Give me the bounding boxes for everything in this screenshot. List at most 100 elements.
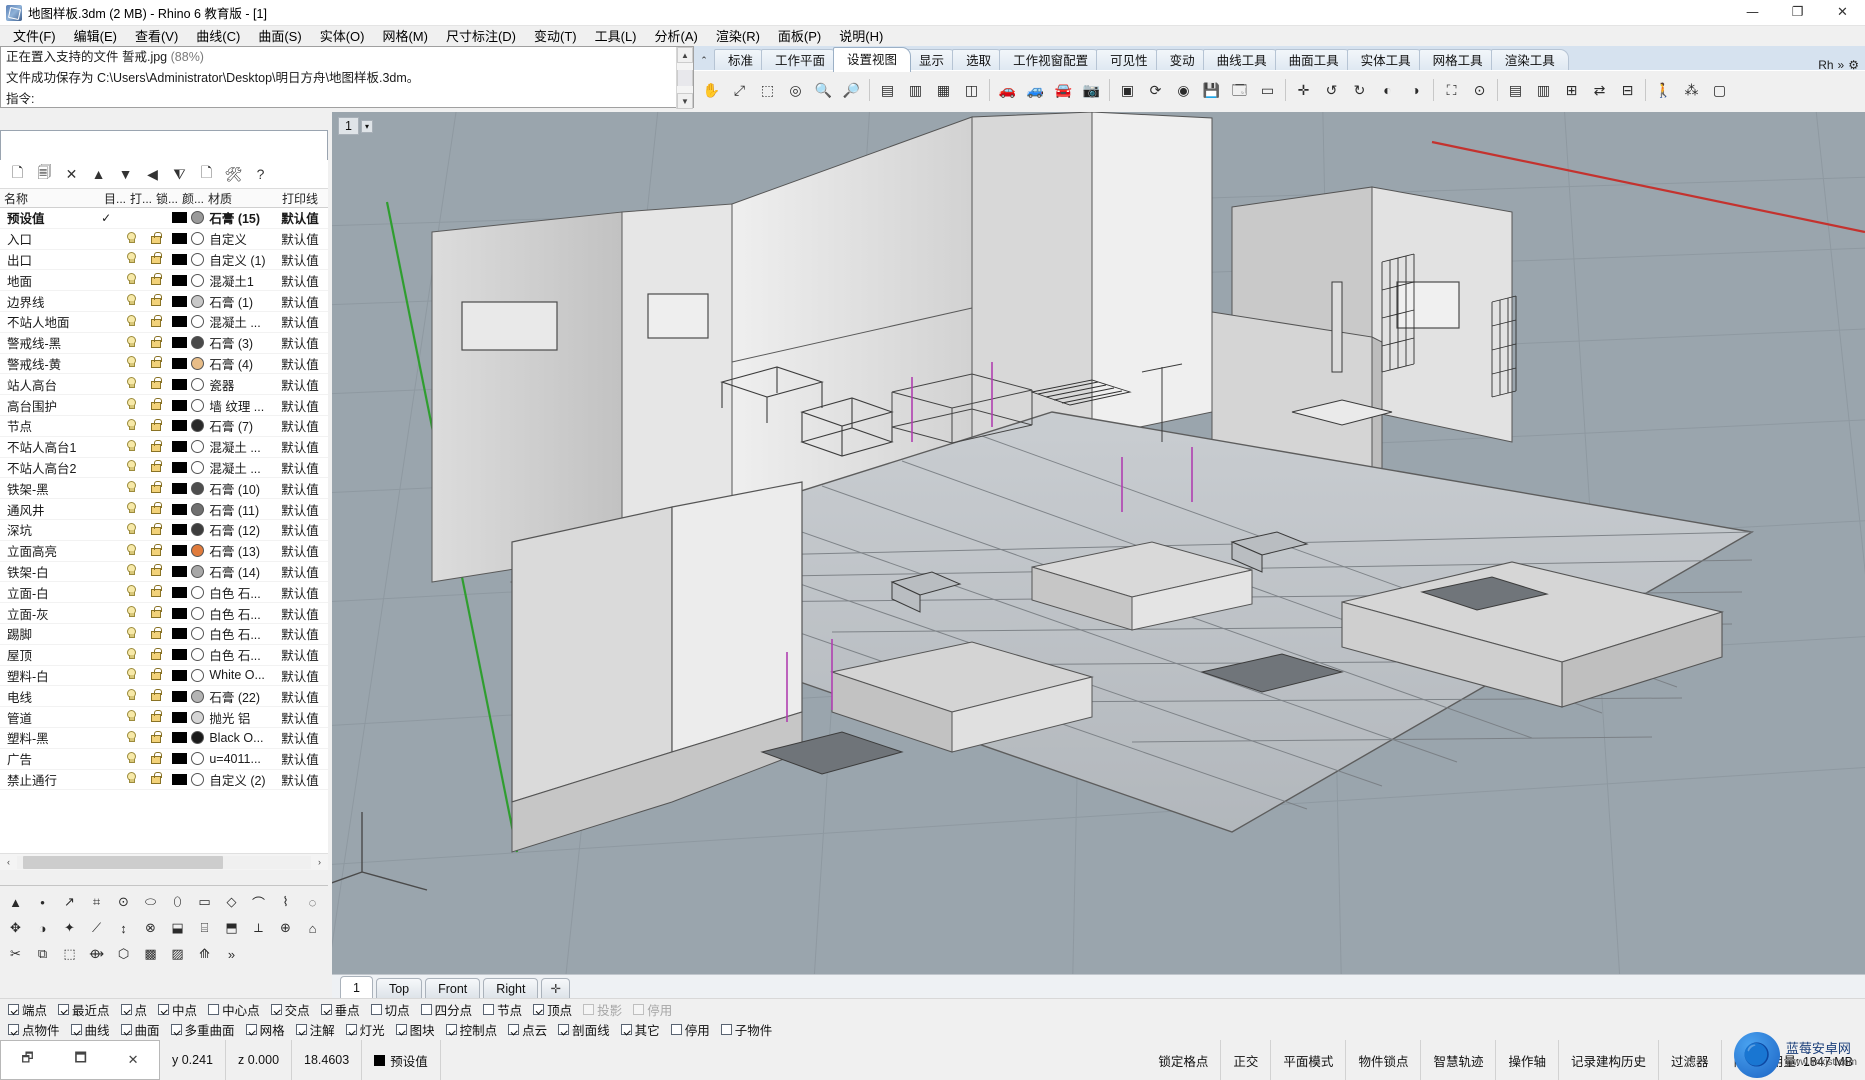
layer-color-swatch[interactable] xyxy=(167,399,191,411)
unlock-icon[interactable] xyxy=(143,751,167,766)
layer-color-swatch[interactable] xyxy=(167,253,191,265)
layer-print-width[interactable]: 默认值 xyxy=(281,520,328,539)
layer-print-width[interactable]: 默认值 xyxy=(281,396,328,415)
close-button[interactable]: ✕ xyxy=(1820,0,1865,26)
layer-print-width[interactable]: 默认值 xyxy=(281,770,328,789)
walkabout-icon[interactable]: ⛶ xyxy=(1438,76,1465,103)
zoom-in-icon[interactable]: 🔍 xyxy=(810,76,837,103)
palette-tool-12[interactable]: ✥ xyxy=(2,915,29,941)
save-view-icon[interactable]: 💾 xyxy=(1198,76,1225,103)
unlock-icon[interactable] xyxy=(143,606,167,620)
layer-color-swatch[interactable] xyxy=(167,669,191,681)
checkbox-box[interactable] xyxy=(70,1024,82,1035)
checkbox-box[interactable] xyxy=(533,1003,545,1015)
lightbulb-icon[interactable] xyxy=(118,668,142,682)
checkbox-节点[interactable]: 节点 xyxy=(483,1000,522,1019)
layer-material[interactable]: 自定义 (2) xyxy=(191,770,281,789)
table-row[interactable]: 不站人地面 混凝土 ... 默认值 xyxy=(0,312,328,333)
command-scroll-up-icon[interactable]: ▲ xyxy=(677,47,693,63)
palette-tool-1[interactable]: • xyxy=(29,889,56,915)
layer-color-swatch[interactable] xyxy=(167,732,191,744)
lightbulb-icon[interactable] xyxy=(118,730,142,745)
layer-print-width[interactable]: 默认值 xyxy=(281,271,328,290)
palette-tool-14[interactable]: ✦ xyxy=(56,915,83,941)
delete-layer-icon[interactable]: ✕ xyxy=(59,162,84,186)
layer-material[interactable]: 白色 石... xyxy=(191,604,281,623)
palette-tool-20[interactable]: ⬒ xyxy=(218,915,245,941)
layer-print-width[interactable]: 默认值 xyxy=(281,583,328,602)
layer-color-swatch[interactable] xyxy=(167,649,191,661)
unlock-icon[interactable] xyxy=(143,626,167,641)
checkbox-曲线[interactable]: 曲线 xyxy=(70,1020,110,1039)
menu-item-12[interactable]: 面板(P) xyxy=(769,26,830,48)
unlock-icon[interactable] xyxy=(143,335,167,350)
hscroll-left-icon[interactable]: ‹ xyxy=(0,855,17,870)
layer-color-swatch[interactable] xyxy=(167,607,191,619)
layer-material[interactable]: 石膏 (14) xyxy=(191,562,281,581)
view-top-icon[interactable]: ▤ xyxy=(874,76,901,103)
layer-print-width[interactable]: 默认值 xyxy=(281,416,328,435)
layer-print-width[interactable]: 默认值 xyxy=(281,604,328,623)
palette-tool-29[interactable]: ▩ xyxy=(137,941,164,967)
layer-material[interactable]: 自定义 (1) xyxy=(191,250,281,269)
split-view-v-icon[interactable]: ▥ xyxy=(1530,76,1557,103)
layer-material[interactable]: 墙 纹理 ... xyxy=(191,396,281,415)
layer-color-swatch[interactable] xyxy=(167,212,191,224)
lightbulb-icon[interactable] xyxy=(118,543,142,558)
checkbox-box[interactable] xyxy=(345,1024,357,1035)
toolbar-tab-9[interactable]: 曲面工具 xyxy=(1274,49,1353,72)
unlock-icon[interactable] xyxy=(143,273,167,287)
layer-color-swatch[interactable] xyxy=(167,378,191,390)
layer-print-width[interactable]: 默认值 xyxy=(281,333,328,352)
move-layer-down-icon[interactable]: ▼ xyxy=(113,162,138,186)
unlock-icon[interactable] xyxy=(143,439,167,454)
table-row[interactable]: 通风井 石膏 (11) 默认值 xyxy=(0,499,328,520)
layer-color-swatch[interactable] xyxy=(167,357,191,369)
layer-print-width[interactable]: 默认值 xyxy=(281,437,328,456)
palette-tool-3[interactable]: ⌗ xyxy=(83,889,110,915)
toolbar-tab-5[interactable]: 工作视窗配置 xyxy=(999,49,1103,72)
layer-color-swatch[interactable] xyxy=(167,711,191,723)
named-view-save-icon[interactable]: 🚙 xyxy=(1022,76,1049,103)
unlock-icon[interactable] xyxy=(143,418,167,433)
checkbox-box[interactable] xyxy=(245,1024,257,1035)
viewport-tab-front[interactable]: Front xyxy=(425,978,481,998)
palette-tool-19[interactable]: ⌸ xyxy=(191,915,218,941)
hscroll-right-icon[interactable]: › xyxy=(311,855,328,870)
checkbox-图块[interactable]: 图块 xyxy=(395,1020,435,1039)
view-perspective-icon[interactable]: ◫ xyxy=(958,76,985,103)
unlock-icon[interactable] xyxy=(143,252,167,266)
layer-color-swatch[interactable] xyxy=(167,690,191,702)
layer-material[interactable]: 石膏 (11) xyxy=(191,500,281,519)
checkbox-box[interactable] xyxy=(670,1024,682,1035)
layer-color-swatch[interactable] xyxy=(167,753,191,765)
status-win-icon-1[interactable]: 🗖 xyxy=(74,1049,86,1071)
layer-print-width[interactable]: 默认值 xyxy=(281,208,328,227)
status-toggle-7[interactable]: 过滤器 xyxy=(1659,1040,1722,1080)
table-row[interactable]: 管道 抛光 铝 默认值 xyxy=(0,707,328,728)
zoom-window-icon[interactable]: ⬚ xyxy=(754,76,781,103)
palette-tool-24[interactable]: ✂ xyxy=(2,941,29,967)
palette-tool-27[interactable]: ⟴ xyxy=(83,941,110,967)
palette-tool-13[interactable]: ◑ xyxy=(29,915,56,941)
checkbox-box[interactable] xyxy=(483,1003,495,1015)
pan-icon[interactable]: ✋ xyxy=(698,76,725,103)
layer-material[interactable]: 混凝土 ... xyxy=(191,312,281,331)
checkbox-box[interactable] xyxy=(620,1024,632,1035)
layer-print-width[interactable]: 默认值 xyxy=(281,708,328,727)
menu-item-5[interactable]: 实体(O) xyxy=(311,26,374,48)
viewport-props-icon[interactable]: ▢ xyxy=(1706,76,1733,103)
palette-tool-18[interactable]: ⬓ xyxy=(164,915,191,941)
table-row[interactable]: 塑料-白 White O... 默认值 xyxy=(0,666,328,687)
layer-color-swatch[interactable] xyxy=(167,628,191,640)
unlock-icon[interactable] xyxy=(143,710,167,724)
command-prompt-row[interactable]: 指令: xyxy=(1,89,693,110)
layer-color-swatch[interactable] xyxy=(167,420,191,432)
layer-color-swatch[interactable] xyxy=(167,461,191,473)
lightbulb-icon[interactable] xyxy=(118,626,142,641)
status-toggle-6[interactable]: 记录建构历史 xyxy=(1559,1040,1659,1080)
palette-tool-7[interactable]: ▭ xyxy=(191,889,218,915)
lightbulb-icon[interactable] xyxy=(118,564,142,578)
table-row[interactable]: 立面-灰 白色 石... 默认值 xyxy=(0,603,328,624)
checkbox-box[interactable] xyxy=(158,1003,170,1015)
